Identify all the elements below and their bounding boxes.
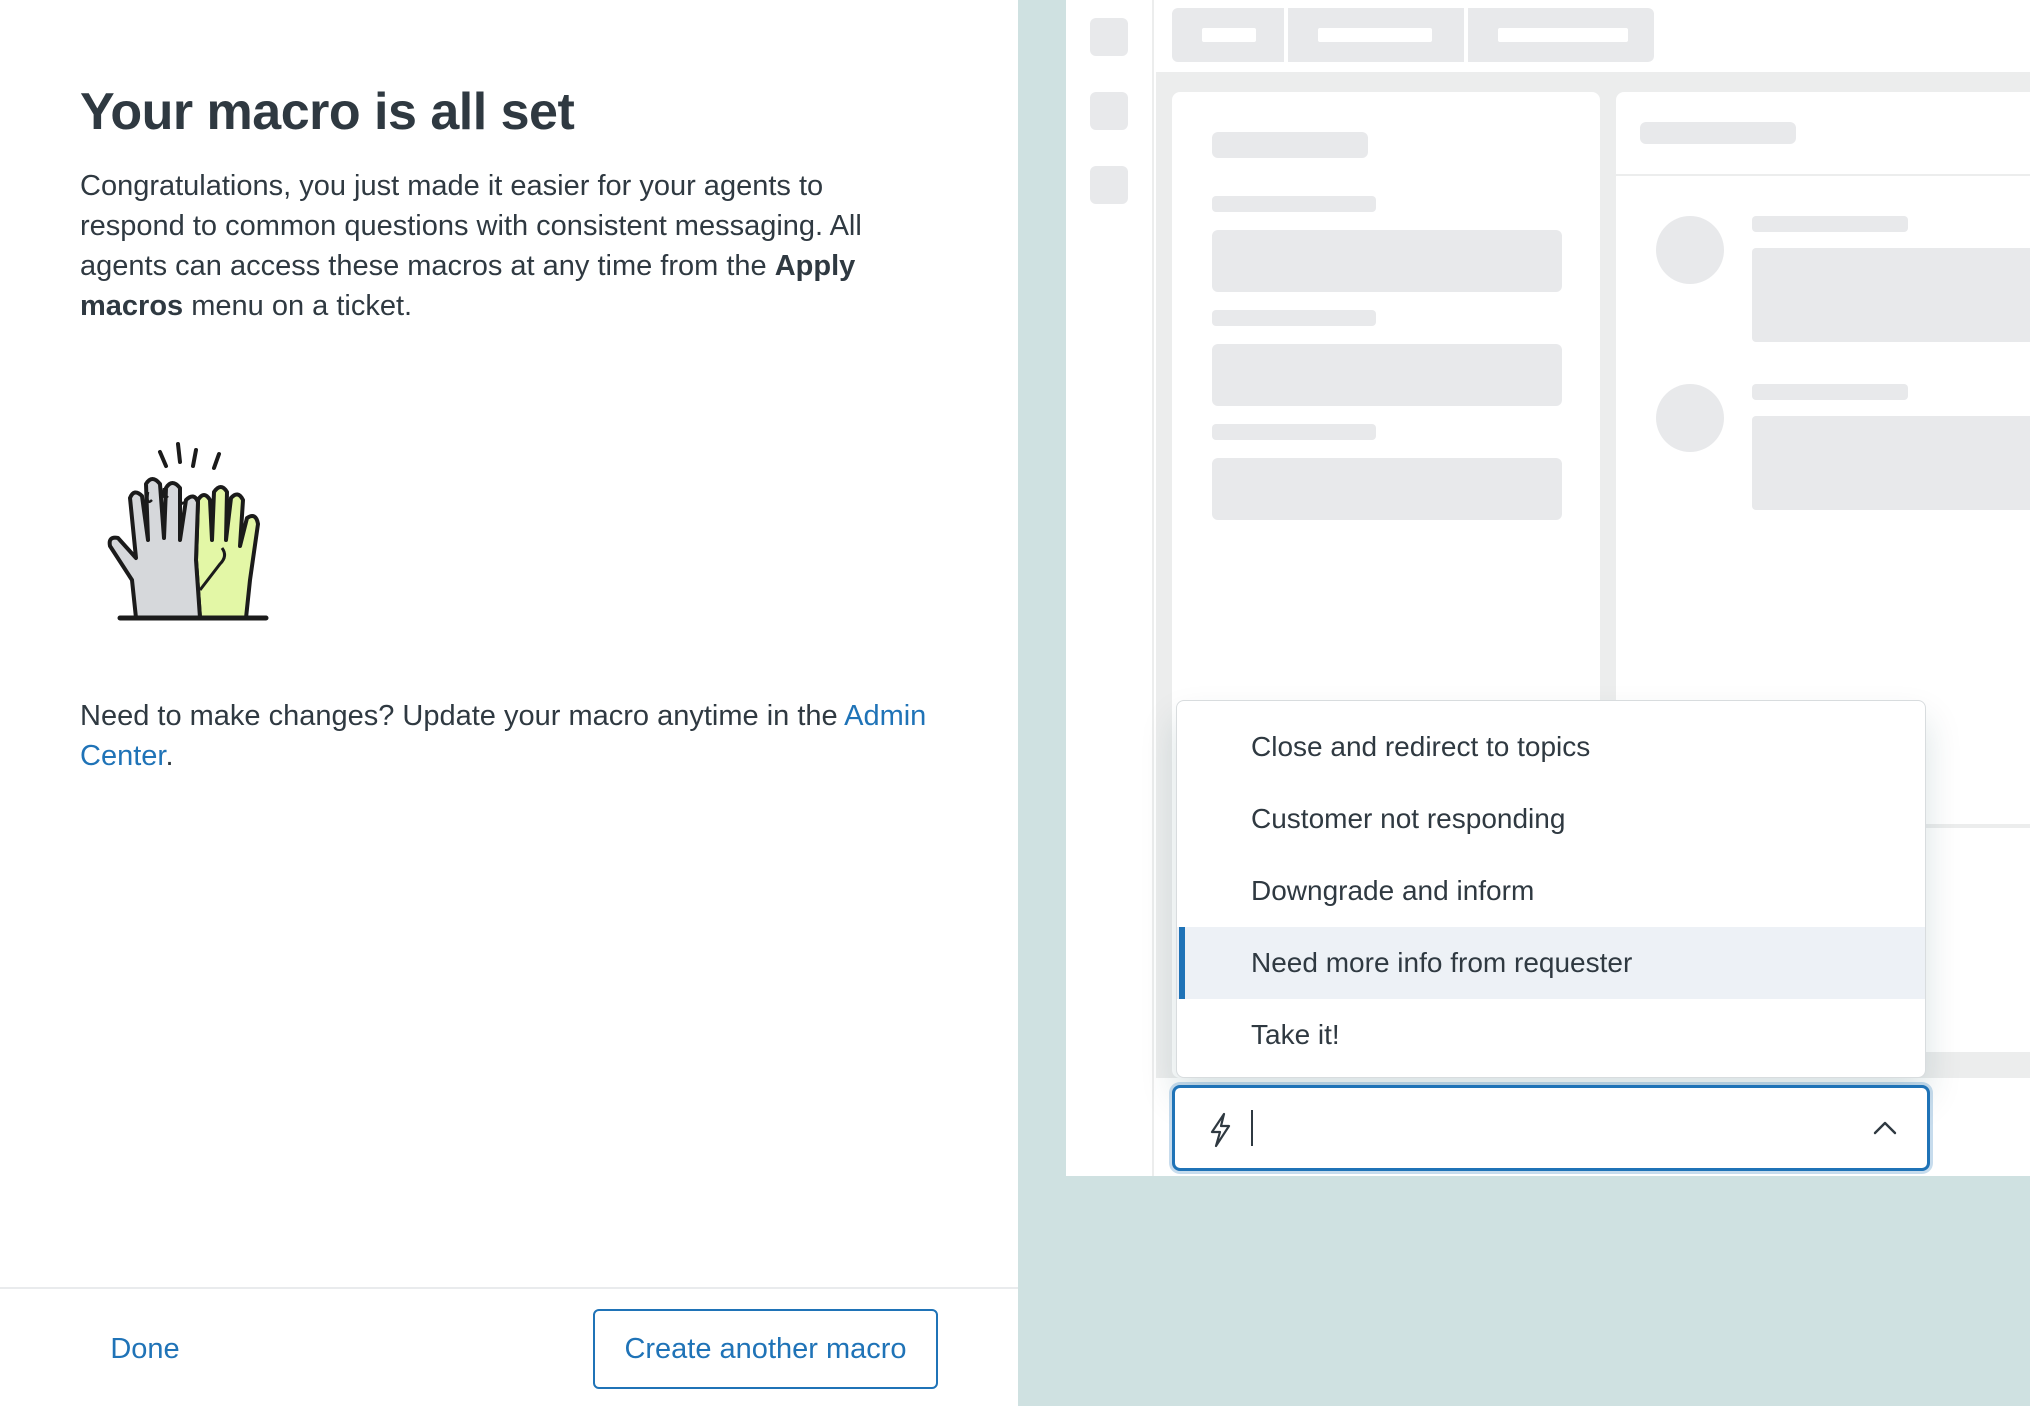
lightning-bolt-icon [1210,1112,1231,1148]
macro-option-take-it[interactable]: Take it! [1177,999,1925,1071]
description-part-2: menu on a ticket. [183,290,413,322]
tab-placeholder [1498,28,1628,42]
high-five-hands-illustration [107,442,269,621]
macro-option-downgrade-and-inform[interactable]: Downgrade and inform [1177,855,1925,927]
skeleton-block [1752,416,2030,510]
page-title: Your macro is all set [80,83,575,141]
tab-placeholder [1318,28,1432,42]
skeleton-block [1212,344,1562,406]
avatar-placeholder [1656,216,1724,284]
description-part-1: Congratulations, you just made it easier… [80,170,862,282]
card-divider [1616,174,2030,176]
skeleton-line [1752,384,1908,400]
changes-prefix: Need to make changes? Update your macro … [80,700,845,732]
nav-rail [1066,0,1154,1176]
skeleton-block [1212,230,1562,292]
apply-macros-menu: Close and redirect to topics Customer no… [1176,700,1926,1078]
chevron-up-icon[interactable] [1871,1118,1899,1138]
macro-search-input[interactable] [1249,1108,1809,1148]
avatar-placeholder [1656,384,1724,452]
tab-separator [1284,8,1288,62]
skeleton-block [1752,248,2030,342]
tab-placeholder [1202,28,1256,42]
tab-separator [1464,8,1468,62]
apply-macro-combobox[interactable] [1172,1085,1930,1171]
macro-option-need-more-info[interactable]: Need more info from requester [1177,927,1925,999]
skeleton-line [1212,196,1376,212]
skeleton-line [1212,132,1368,158]
nav-placeholder [1090,92,1128,130]
changes-text: Need to make changes? Update your macro … [80,696,960,776]
confirmation-panel: Your macro is all set Congratulations, y… [0,0,1018,1406]
nav-placeholder [1090,166,1128,204]
tab-bar-placeholder [1172,8,1654,62]
skeleton-line [1640,122,1796,144]
skeleton-line [1212,310,1376,326]
macro-option-customer-not-responding[interactable]: Customer not responding [1177,783,1925,855]
macro-option-close-and-redirect[interactable]: Close and redirect to topics [1177,711,1925,783]
done-button[interactable]: Done [92,1313,198,1385]
nav-placeholder [1090,18,1128,56]
skeleton-line [1212,424,1376,440]
skeleton-line [1752,216,1908,232]
text-cursor [1251,1110,1253,1146]
description-text: Congratulations, you just made it easier… [80,166,900,326]
footer-divider [0,1287,1018,1289]
create-another-macro-button[interactable]: Create another macro [593,1309,938,1389]
skeleton-block [1212,458,1562,520]
changes-suffix: . [165,740,174,772]
